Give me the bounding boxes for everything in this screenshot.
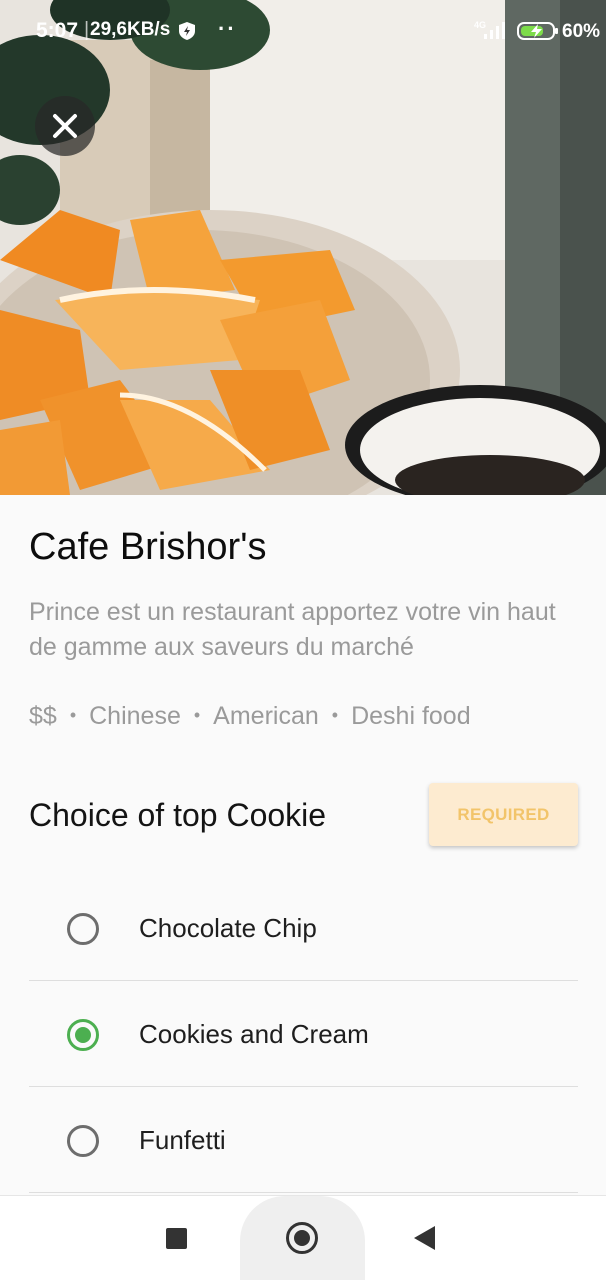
triangle-back-icon[interactable] — [414, 1226, 435, 1250]
tag-cuisine: Deshi food — [351, 702, 471, 730]
square-icon[interactable] — [166, 1228, 187, 1249]
status-separator: | — [84, 19, 90, 41]
cookie-options-list: Chocolate Chip Cookies and Cream Funfett… — [29, 875, 578, 1193]
restaurant-tags: $$ • Chinese • American • Deshi food — [29, 702, 471, 731]
status-time: 5:07 — [36, 19, 79, 42]
option-label: Funfetti — [139, 1125, 226, 1155]
tag-price: $$ — [29, 702, 57, 730]
hero-image — [0, 0, 606, 495]
radio-unselected-icon[interactable] — [67, 1125, 99, 1157]
status-network-speed: 29,6KB/s — [90, 19, 171, 40]
shield-icon — [179, 22, 195, 40]
option-label: Cookies and Cream — [139, 1019, 369, 1049]
choice-section-title: Choice of top Cookie — [29, 797, 327, 833]
battery-icon — [517, 22, 558, 40]
system-nav-bar — [0, 1195, 606, 1280]
radio-selected-icon[interactable] — [67, 1019, 99, 1051]
option-cookies-and-cream[interactable]: Cookies and Cream — [29, 981, 578, 1087]
tag-cuisine: American — [213, 702, 319, 730]
required-badge: REQUIRED — [429, 783, 578, 846]
tag-separator: • — [193, 705, 201, 725]
restaurant-description: Prince est un restaurant apportez votre … — [29, 598, 556, 661]
battery-percent: 60% — [562, 21, 601, 42]
tag-separator: • — [69, 705, 77, 725]
circle-icon[interactable] — [286, 1222, 318, 1254]
option-funfetti[interactable]: Funfetti — [29, 1087, 578, 1193]
status-more-dots: ·· — [218, 16, 237, 41]
signal-icon — [484, 22, 505, 39]
tag-cuisine: Chinese — [89, 702, 181, 730]
close-icon — [53, 114, 77, 138]
oranges-photo — [0, 0, 606, 495]
option-chocolate-chip[interactable]: Chocolate Chip — [29, 875, 578, 981]
status-bar: 5:07 | 29,6KB/s ·· 4G 60% — [0, 0, 606, 60]
close-button[interactable] — [35, 96, 95, 156]
restaurant-name: Cafe Brishor's — [29, 526, 267, 568]
tag-separator: • — [331, 705, 339, 725]
option-label: Chocolate Chip — [139, 913, 317, 943]
restaurant-details: Cafe Brishor's Prince est un restaurant … — [0, 495, 606, 1195]
radio-unselected-icon[interactable] — [67, 913, 99, 945]
